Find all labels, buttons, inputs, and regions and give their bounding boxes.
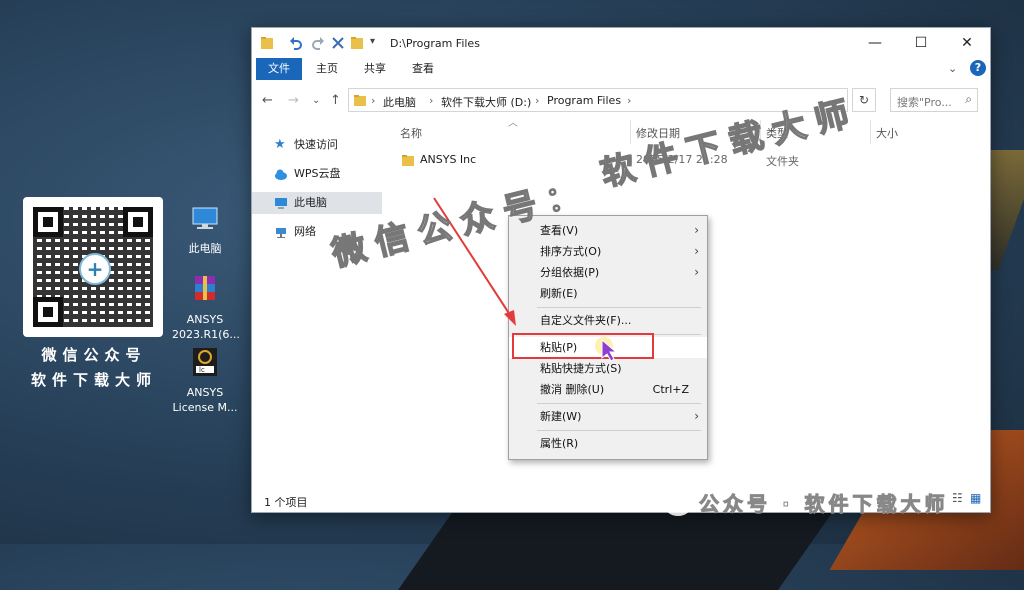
wechat-icon xyxy=(665,495,691,516)
annotation-arrow xyxy=(433,197,618,362)
watermark-footer: 公众号 · 软件下载大师 xyxy=(665,488,949,517)
